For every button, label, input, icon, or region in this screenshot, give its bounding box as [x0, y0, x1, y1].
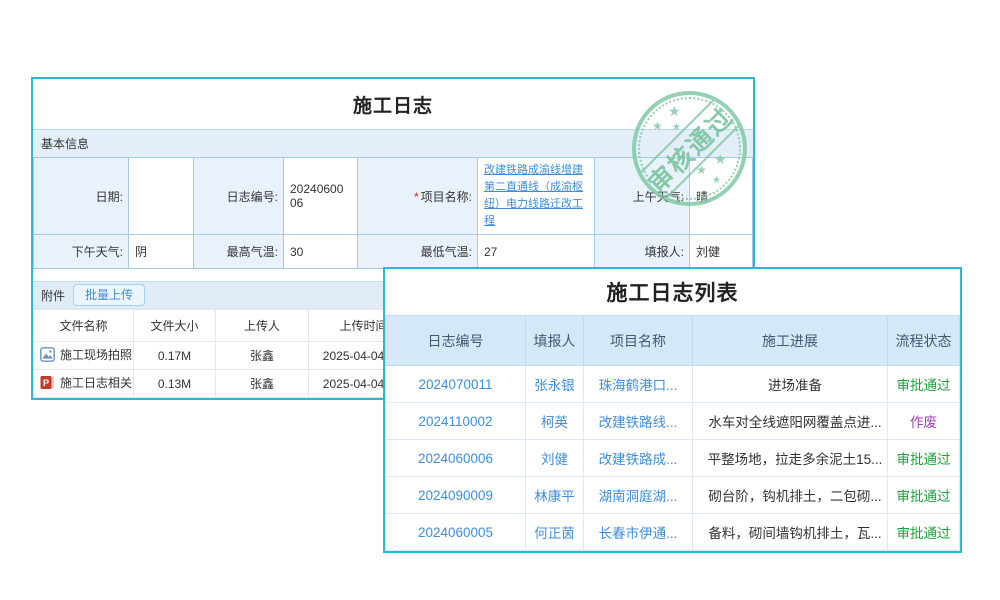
- log-list-row[interactable]: 2024060005 何正茵 长春市伊通... 备料，砌间墙钩机排土，瓦... …: [386, 514, 960, 551]
- log-list-header-row: 日志编号 填报人 项目名称 施工进展 流程状态: [386, 316, 960, 366]
- log-no-label: 日志编号:: [194, 158, 284, 235]
- min-temp-field: 27: [478, 235, 595, 269]
- status-badge: 审批通过: [888, 366, 960, 403]
- file-name-header: 文件名称: [34, 310, 134, 342]
- project-cell[interactable]: 湖南洞庭湖...: [584, 477, 693, 514]
- reporter-cell: 林康平: [526, 477, 584, 514]
- status-badge: 审批通过: [888, 477, 960, 514]
- pm-weather-label: 下午天气:: [34, 235, 129, 269]
- attachments-label: 附件: [41, 287, 65, 304]
- log-list-title: 施工日志列表: [385, 269, 960, 315]
- log-list-row[interactable]: 2024110002 柯英 改建铁路线... 水车对全线遮阳网覆盖点进... 作…: [386, 403, 960, 440]
- progress-cell: 平整场地，拉走多余泥土15...: [693, 440, 888, 477]
- reporter-label: 填报人:: [595, 235, 690, 269]
- log-no-link[interactable]: 2024070011: [386, 366, 526, 403]
- project-name-label: *项目名称:: [358, 158, 478, 235]
- reporter-cell: 张永银: [526, 366, 584, 403]
- project-column-header: 项目名称: [584, 316, 693, 366]
- project-name-cell: 改建铁路成渝线增建第二直通线（成渝枢纽）电力线路迁改工程: [478, 158, 595, 235]
- file-size-header: 文件大小: [134, 310, 216, 342]
- batch-upload-button[interactable]: 批量上传: [73, 284, 145, 306]
- progress-cell: 备料，砌间墙钩机排土，瓦...: [693, 514, 888, 551]
- progress-cell: 水车对全线遮阳网覆盖点进...: [693, 403, 888, 440]
- reporter-column-header: 填报人: [526, 316, 584, 366]
- status-column-header: 流程状态: [888, 316, 960, 366]
- project-cell[interactable]: 改建铁路成...: [584, 440, 693, 477]
- image-file-icon: [40, 347, 55, 365]
- status-badge: 审批通过: [888, 440, 960, 477]
- log-no-link[interactable]: 2024090009: [386, 477, 526, 514]
- log-list-table: 日志编号 填报人 项目名称 施工进展 流程状态 2024070011 张永银 珠…: [385, 315, 960, 551]
- log-no-link[interactable]: 2024060005: [386, 514, 526, 551]
- file-name-cell[interactable]: P 施工日志相关: [34, 370, 134, 398]
- file-size-cell: 0.17M: [134, 342, 216, 370]
- progress-cell: 砌台阶，钩机排土，二包砌...: [693, 477, 888, 514]
- ppt-file-icon: P: [40, 375, 55, 393]
- progress-column-header: 施工进展: [693, 316, 888, 366]
- log-list-panel: 施工日志列表 日志编号 填报人 项目名称 施工进展 流程状态 202407001…: [383, 267, 962, 553]
- project-cell[interactable]: 长春市伊通...: [584, 514, 693, 551]
- reporter-cell: 柯英: [526, 403, 584, 440]
- reporter-cell: 刘健: [526, 440, 584, 477]
- project-cell[interactable]: 珠海鹤港口...: [584, 366, 693, 403]
- uploader-cell: 张鑫: [216, 370, 309, 398]
- pm-weather-field: 阴: [129, 235, 194, 269]
- construction-log-screen: 施工日志 基本信息 日期: 日志编号: 2024060006 *项目名称: 改建…: [0, 0, 1000, 600]
- min-temp-label: 最低气温:: [358, 235, 478, 269]
- log-no-column-header: 日志编号: [386, 316, 526, 366]
- am-weather-label: 上午天气:: [595, 158, 690, 235]
- reporter-field: 刘健: [690, 235, 753, 269]
- log-no-link[interactable]: 2024060006: [386, 440, 526, 477]
- project-cell[interactable]: 改建铁路线...: [584, 403, 693, 440]
- file-size-cell: 0.13M: [134, 370, 216, 398]
- log-form-title: 施工日志: [33, 79, 753, 129]
- reporter-cell: 何正茵: [526, 514, 584, 551]
- status-badge: 作废: [888, 403, 960, 440]
- date-label: 日期:: [34, 158, 129, 235]
- log-no-link[interactable]: 2024110002: [386, 403, 526, 440]
- uploader-cell: 张鑫: [216, 342, 309, 370]
- basic-info-table: 日期: 日志编号: 2024060006 *项目名称: 改建铁路成渝线增建第二直…: [33, 157, 753, 269]
- date-field[interactable]: [129, 158, 194, 235]
- svg-text:P: P: [43, 378, 50, 389]
- file-name-cell[interactable]: 施工现场拍照.j: [34, 342, 134, 370]
- status-badge: 审批通过: [888, 514, 960, 551]
- basic-info-section-header: 基本信息: [33, 129, 753, 157]
- log-list-row[interactable]: 2024070011 张永银 珠海鹤港口... 进场准备 审批通过: [386, 366, 960, 403]
- am-weather-field: 晴: [690, 158, 753, 235]
- log-list-row[interactable]: 2024090009 林康平 湖南洞庭湖... 砌台阶，钩机排土，二包砌... …: [386, 477, 960, 514]
- log-no-field: 2024060006: [284, 158, 358, 235]
- required-star: *: [414, 190, 419, 204]
- max-temp-field: 30: [284, 235, 358, 269]
- uploader-header: 上传人: [216, 310, 309, 342]
- progress-cell: 进场准备: [693, 366, 888, 403]
- log-list-row[interactable]: 2024060006 刘健 改建铁路成... 平整场地，拉走多余泥土15... …: [386, 440, 960, 477]
- project-name-link[interactable]: 改建铁路成渝线增建第二直通线（成渝枢纽）电力线路迁改工程: [484, 164, 583, 227]
- max-temp-label: 最高气温:: [194, 235, 284, 269]
